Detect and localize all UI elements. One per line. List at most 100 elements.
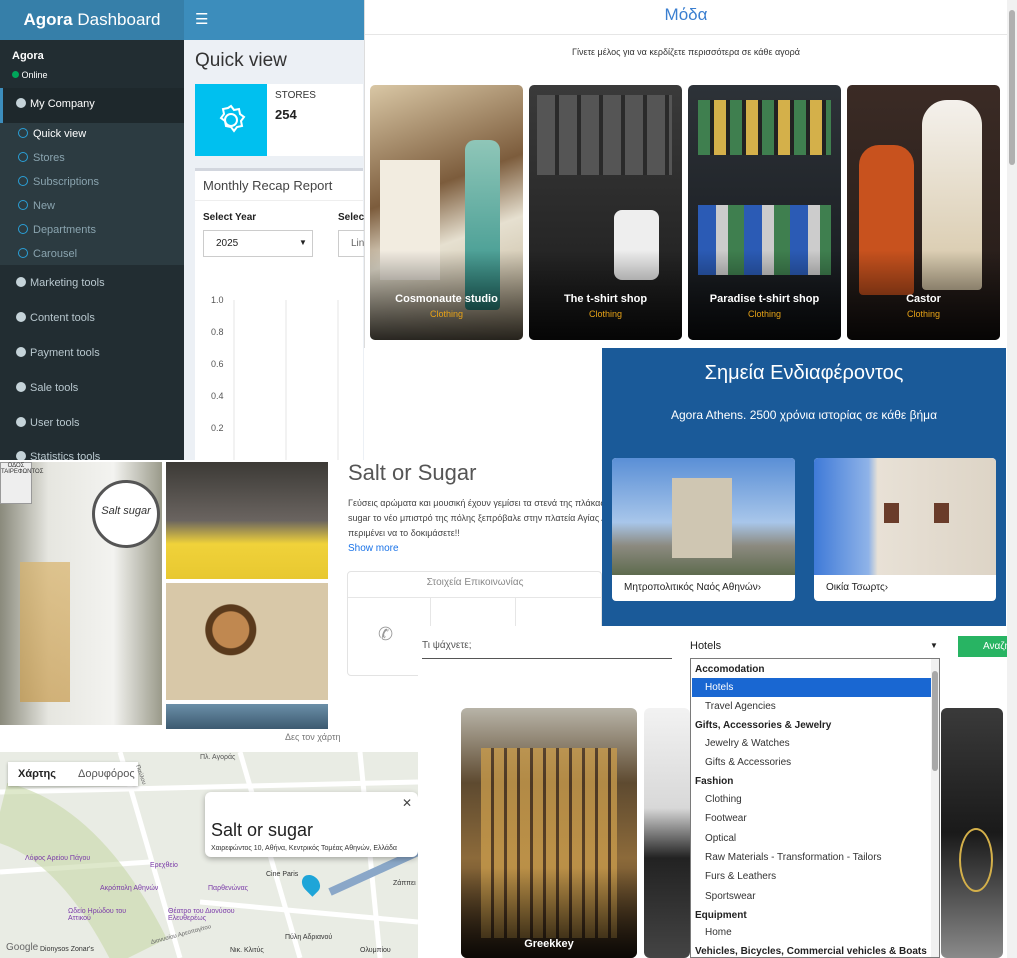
dropdown-group: Equipment xyxy=(695,910,747,921)
close-icon[interactable]: ✕ xyxy=(402,796,412,810)
shop-card[interactable]: The t-shirt shop Clothing xyxy=(529,85,682,340)
shop-category: Clothing xyxy=(429,309,464,319)
map[interactable]: Χάρτης Δορυφόρος Salt or sugar Χαιρεφώντ… xyxy=(0,752,418,958)
necklace-image xyxy=(959,828,993,892)
dropdown-scroll-thumb[interactable] xyxy=(932,671,938,771)
submenu-carousel[interactable]: Carousel xyxy=(18,248,77,260)
poi-label: Μητροπολιτικός Ναός Αθηνών› xyxy=(624,582,762,593)
place-name: Salt or sugar xyxy=(211,820,314,840)
phone-icon[interactable]: ✆ xyxy=(378,624,393,645)
section-subtitle: Γίνετε μέλος για να κερδίζετε περισσότερ… xyxy=(572,47,800,57)
page-scroll-thumb[interactable] xyxy=(1009,10,1015,165)
submenu-quick-view[interactable]: Quick view xyxy=(18,128,86,140)
shop-card[interactable]: Cosmonaute studio Clothing xyxy=(370,85,523,340)
check-circle-icon xyxy=(16,312,26,322)
sidebar-item-payment[interactable]: Payment tools xyxy=(16,347,100,359)
sidebar-item-sale[interactable]: Sale tools xyxy=(16,382,78,394)
gear-icon xyxy=(195,84,267,156)
section-subtitle: Agora Athens. 2500 χρόνια ιστορίας σε κά… xyxy=(670,408,937,422)
shop-card[interactable] xyxy=(941,708,1003,958)
map-type-toggle: Χάρτης Δορυφόρος xyxy=(8,762,138,786)
map-label: Θέατρο του Διονύσου Ελευθερέως xyxy=(168,908,235,922)
type-select[interactable]: Lin xyxy=(338,230,364,257)
check-circle-icon xyxy=(16,347,26,357)
divider xyxy=(195,200,363,201)
points-of-interest-section: Σημεία Ενδιαφέροντος Agora Athens. 2500 … xyxy=(602,348,1006,626)
cathedral-image xyxy=(612,458,795,575)
recap-title: Monthly Recap Report xyxy=(203,178,333,193)
check-circle-icon xyxy=(16,417,26,427)
dropdown-option[interactable]: Optical xyxy=(705,833,736,844)
stores-label: STORES xyxy=(275,90,316,101)
shop-card[interactable]: Paradise t-shirt shop Clothing xyxy=(688,85,841,340)
show-more-link[interactable]: Show more xyxy=(348,543,399,554)
circle-icon xyxy=(18,128,28,138)
map-label: Ολυμπίου xyxy=(360,947,391,954)
submenu-stores[interactable]: Stores xyxy=(18,152,65,164)
shop-card[interactable]: Greekkey xyxy=(461,708,637,958)
sidebar-item-content[interactable]: Content tools xyxy=(16,312,95,324)
brand-rest: Dashboard xyxy=(77,10,161,29)
submenu-subscriptions[interactable]: Subscriptions xyxy=(18,176,99,188)
poi-card[interactable]: Μητροπολιτικός Ναός Αθηνών› xyxy=(612,458,795,601)
sidebar-item-my-company[interactable]: My Company xyxy=(0,88,187,123)
chart-grid: 1.0 0.8 0.6 0.4 0.2 xyxy=(211,295,339,460)
satellite-tab[interactable]: Δορυφόρος xyxy=(78,768,135,780)
map-label: Ερεχθείο xyxy=(150,862,178,869)
dropdown-option[interactable]: Clothing xyxy=(705,794,742,805)
divider xyxy=(348,597,602,598)
brand-logo[interactable]: Agora Dashboard xyxy=(0,0,184,40)
map-label: Παρθενώνας xyxy=(208,885,248,892)
shop-photo-cookies xyxy=(166,583,328,700)
merch-image xyxy=(698,100,831,155)
y-tick-label: 0.2 xyxy=(211,423,224,433)
shop-name: Greekkey xyxy=(524,938,574,950)
map-label: Ωδείο Ηρώδου του Αττικού xyxy=(68,908,127,922)
poi-card[interactable]: Οικία Τσωρτς› xyxy=(814,458,996,601)
tshirts-image xyxy=(537,95,672,175)
shop-name: Paradise t-shirt shop xyxy=(709,293,820,305)
shop-description: Γεύσεις αρώματα και μουσική έχουν γεμίσε… xyxy=(348,498,602,538)
dropdown-option-selected[interactable]: Hotels xyxy=(705,682,733,693)
search-button[interactable]: Αναζή xyxy=(958,636,1007,657)
shop-name: The t-shirt shop xyxy=(563,293,648,305)
page-scrollbar[interactable] xyxy=(1007,0,1017,958)
see-map-link[interactable]: Δες τον χάρτη xyxy=(285,732,341,742)
sidebar-item-user[interactable]: User tools xyxy=(16,417,80,429)
hamburger-icon[interactable]: ☰ xyxy=(195,10,208,28)
dropdown-option[interactable]: Home xyxy=(705,927,732,938)
dropdown-option[interactable]: Furs & Leathers xyxy=(705,871,776,882)
sidebar: Agora Online My Company Quick view Store… xyxy=(0,40,187,480)
map-label: Πύλη Αδριανού xyxy=(285,934,333,941)
chevron-down-icon: ▼ xyxy=(299,238,307,247)
stores-count: 254 xyxy=(275,107,297,122)
dropdown-scrollbar[interactable] xyxy=(931,659,939,957)
map-tab[interactable]: Χάρτης xyxy=(18,768,56,780)
category-select[interactable]: Hotels ▼ xyxy=(690,640,940,658)
shop-category: Clothing xyxy=(588,309,623,319)
shop-photo-main: ΟΔΟΣ ΤΑΙΡΕΦΩΝΤΟΣ Salt sugar xyxy=(0,462,162,725)
search-input[interactable]: Τι ψάχνετε; xyxy=(422,640,672,659)
sidebar-item-marketing[interactable]: Marketing tools xyxy=(16,277,105,289)
shop-card[interactable]: Castor Clothing xyxy=(847,85,1000,340)
submenu-departments[interactable]: Departments xyxy=(18,224,96,236)
dropdown-option[interactable]: Jewelry & Watches xyxy=(705,738,790,749)
map-label: Πλ. Αγοράς xyxy=(200,754,236,761)
year-select[interactable]: 2025 ▼ xyxy=(203,230,313,257)
submenu-new[interactable]: New xyxy=(18,200,55,212)
street-sign: ΟΔΟΣ ΤΑΙΡΕΦΩΝΤΟΣ xyxy=(0,462,43,504)
dropdown-option[interactable]: Footwear xyxy=(705,813,747,824)
dropdown-option[interactable]: Raw Materials - Transformation - Tailors xyxy=(705,852,882,863)
fashion-section: Μόδα Γίνετε μέλος για να κερδίζετε περισ… xyxy=(364,0,1007,348)
check-circle-icon xyxy=(16,382,26,392)
shop-card[interactable] xyxy=(644,708,690,958)
page-title: Quick view xyxy=(195,50,287,71)
shop-photo-food xyxy=(166,704,328,729)
dropdown-option[interactable]: Sportswear xyxy=(705,891,756,902)
circle-icon xyxy=(18,152,28,162)
dropdown-option[interactable]: Gifts & Accessories xyxy=(705,757,791,768)
circle-icon xyxy=(18,224,28,234)
category-dropdown-list[interactable]: Accomodation Hotels Travel Agencies Gift… xyxy=(690,658,940,958)
dropdown-option[interactable]: Travel Agencies xyxy=(705,701,776,712)
circle-icon xyxy=(18,248,28,258)
